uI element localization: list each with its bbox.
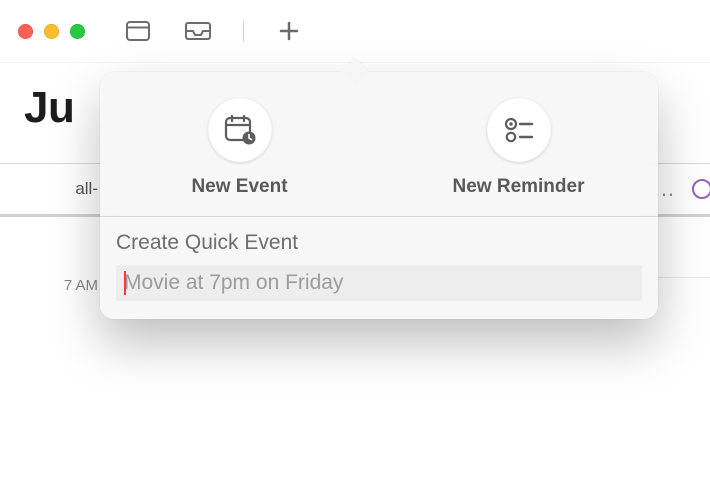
traffic-lights — [18, 24, 85, 39]
inbox-toolbar-button[interactable] — [181, 17, 215, 45]
new-reminder-icon-wrap — [487, 98, 551, 162]
fullscreen-window-button[interactable] — [70, 24, 85, 39]
text-caret — [124, 271, 126, 295]
minimize-window-button[interactable] — [44, 24, 59, 39]
new-event-label: New Event — [191, 176, 287, 198]
new-event-option[interactable]: New Event — [100, 98, 379, 198]
toolbar-button-group — [121, 17, 306, 45]
calendar-add-icon — [223, 114, 257, 146]
new-event-popover: New Event New Reminder Create Quick Even… — [100, 72, 658, 319]
calendars-toolbar-button[interactable] — [121, 17, 155, 45]
plus-icon — [279, 21, 299, 41]
quick-event-title: Create Quick Event — [116, 231, 642, 255]
add-toolbar-button[interactable] — [272, 17, 306, 45]
popover-actions: New Event New Reminder — [100, 72, 658, 216]
all-day-event-dot[interactable] — [692, 179, 710, 199]
new-reminder-option[interactable]: New Reminder — [379, 98, 658, 198]
calendar-icon — [126, 21, 150, 41]
quick-event-section: Create Quick Event — [100, 217, 658, 319]
toolbar-divider — [243, 20, 244, 42]
reminders-icon — [502, 115, 536, 145]
window-toolbar — [0, 0, 710, 63]
quick-event-input[interactable] — [116, 265, 642, 301]
new-reminder-label: New Reminder — [453, 176, 585, 198]
month-title: Ju — [24, 83, 74, 132]
close-window-button[interactable] — [18, 24, 33, 39]
inbox-icon — [185, 22, 211, 40]
new-event-icon-wrap — [208, 98, 272, 162]
